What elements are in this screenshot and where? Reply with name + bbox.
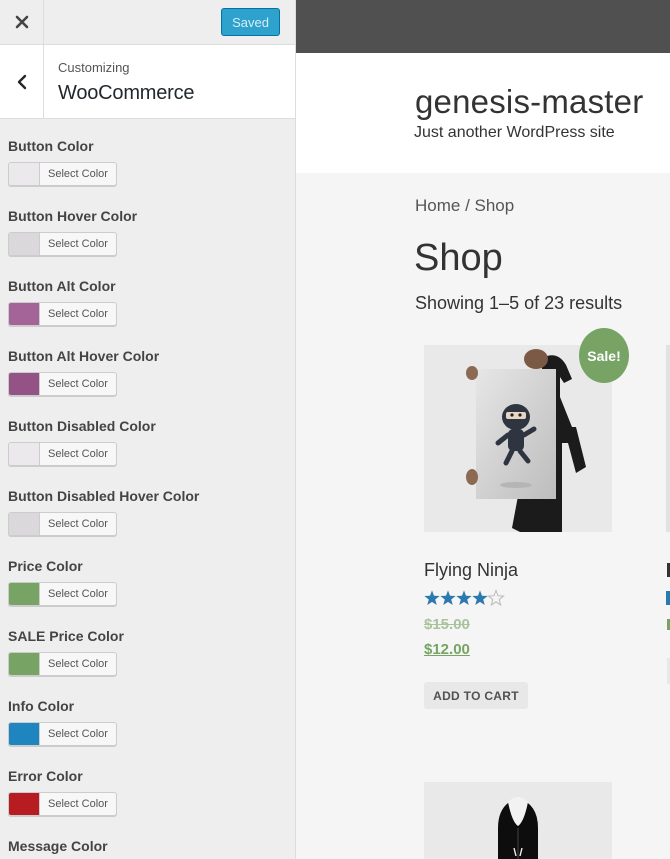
select-color-label[interactable]: Select Color	[40, 583, 116, 605]
site-title[interactable]: genesis-master	[415, 83, 643, 121]
site-preview: genesis-master Just another WordPress si…	[296, 0, 670, 859]
product-image-hoodie[interactable]	[424, 782, 612, 859]
customizing-label: Customizing	[58, 60, 130, 75]
control-label: Button Color	[8, 138, 94, 154]
select-color-label[interactable]: Select Color	[40, 163, 116, 185]
color-control: Button Color Select Color	[8, 119, 288, 189]
control-label: SALE Price Color	[8, 628, 124, 644]
add-to-cart-button[interactable]: ADD TO CART	[424, 682, 528, 709]
color-control: Button Disabled Color Select Color	[8, 399, 288, 469]
color-swatch[interactable]	[9, 723, 40, 745]
control-label: Message Color	[8, 838, 108, 854]
select-color-label[interactable]: Select Color	[40, 513, 116, 535]
color-picker-button[interactable]: Select Color	[8, 372, 117, 396]
color-picker-button[interactable]: Select Color	[8, 582, 117, 606]
control-label: Button Alt Hover Color	[8, 348, 160, 364]
result-count: Showing 1–5 of 23 results	[415, 293, 623, 313]
color-control: SALE Price Color Select Color	[8, 609, 288, 679]
page-title: Shop	[414, 237, 503, 279]
color-control: Button Alt Color Select Color	[8, 259, 288, 329]
color-control: Info Color Select Color	[8, 679, 288, 749]
section-header: Customizing WooCommerce	[0, 45, 295, 119]
color-control: Message ColorSelect Color	[8, 819, 288, 859]
close-icon[interactable]	[0, 0, 44, 44]
color-swatch[interactable]	[9, 233, 40, 255]
star-icon	[424, 590, 440, 605]
breadcrumb[interactable]: Home / Shop	[415, 196, 514, 216]
star-rating	[424, 589, 505, 607]
select-color-label[interactable]: Select Color	[40, 793, 116, 815]
site-tagline: Just another WordPress site	[414, 124, 615, 141]
select-color-label[interactable]: Select Color	[40, 303, 116, 325]
color-picker-button[interactable]: Select Color	[8, 442, 117, 466]
admin-bar	[296, 0, 670, 53]
chevron-left-icon[interactable]	[0, 45, 44, 118]
color-swatch[interactable]	[9, 443, 40, 465]
color-control: Price Color Select Color	[8, 539, 288, 609]
star-icon	[440, 590, 456, 605]
star-icon	[456, 590, 472, 605]
color-picker-button[interactable]: Select Color	[8, 722, 117, 746]
color-picker-button[interactable]: Select Color	[8, 792, 117, 816]
color-swatch[interactable]	[9, 653, 40, 675]
product-image-partial[interactable]	[666, 345, 670, 532]
star-icon	[487, 589, 505, 607]
site-header: genesis-master Just another WordPress si…	[296, 53, 670, 173]
color-picker-button[interactable]: Select Color	[8, 512, 117, 536]
color-picker-button[interactable]: Select Color	[8, 162, 117, 186]
section-title: WooCommerce	[58, 82, 195, 104]
control-label: Button Disabled Color	[8, 418, 156, 434]
star-rating-partial	[666, 591, 670, 605]
select-color-label[interactable]: Select Color	[40, 653, 116, 675]
star-icon	[472, 590, 488, 605]
color-control: Error Color Select Color	[8, 749, 288, 819]
color-picker-button[interactable]: Select Color	[8, 652, 117, 676]
product-name[interactable]: Flying Ninja	[424, 560, 518, 581]
regular-price: $15.00	[424, 616, 470, 633]
color-control: Button Disabled Hover Color Select Color	[8, 469, 288, 539]
color-swatch[interactable]	[9, 793, 40, 815]
control-label: Button Alt Color	[8, 278, 116, 294]
color-control: Button Hover Color Select Color	[8, 189, 288, 259]
color-swatch[interactable]	[9, 583, 40, 605]
customizer-sidebar: Saved Customizing WooCommerce Button Col…	[0, 0, 296, 859]
color-swatch[interactable]	[9, 163, 40, 185]
color-picker-button[interactable]: Select Color	[8, 232, 117, 256]
saved-button[interactable]: Saved	[221, 8, 280, 36]
control-label: Button Hover Color	[8, 208, 138, 224]
control-label: Price Color	[8, 558, 83, 574]
sale-badge: Sale!	[579, 328, 629, 383]
color-swatch[interactable]	[9, 303, 40, 325]
control-label: Button Disabled Hover Color	[8, 488, 200, 504]
select-color-label[interactable]: Select Color	[40, 443, 116, 465]
select-color-label[interactable]: Select Color	[40, 233, 116, 255]
sale-price: $12.00	[424, 641, 470, 658]
select-color-label[interactable]: Select Color	[40, 723, 116, 745]
select-color-label[interactable]: Select Color	[40, 373, 116, 395]
control-label: Info Color	[8, 698, 75, 714]
control-label: Error Color	[8, 768, 83, 784]
color-swatch[interactable]	[9, 513, 40, 535]
color-picker-button[interactable]: Select Color	[8, 302, 117, 326]
color-swatch[interactable]	[9, 373, 40, 395]
color-control: Button Alt Hover Color Select Color	[8, 329, 288, 399]
customizer-header: Saved	[0, 0, 295, 45]
